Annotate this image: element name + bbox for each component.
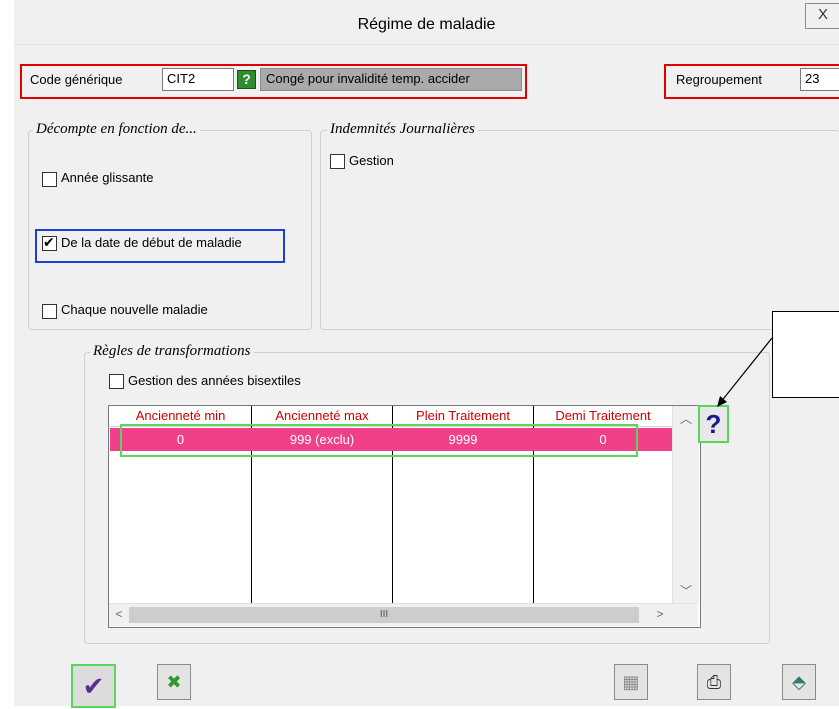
- close-button[interactable]: X: [805, 3, 839, 29]
- code-description-field: Congé pour invalidité temp. accider: [260, 68, 522, 91]
- chaque-maladie-label: Chaque nouvelle maladie: [61, 302, 208, 317]
- title-bar: Régime de maladie: [14, 0, 839, 45]
- bisextiles-checkbox[interactable]: [109, 374, 124, 389]
- date-debut-checkbox[interactable]: ✔: [42, 234, 57, 251]
- checkmark-icon: ✔: [82, 671, 105, 701]
- indemnites-title: Indemnités Journalières: [327, 121, 478, 138]
- annee-glissante-checkbox[interactable]: [42, 172, 57, 187]
- cancel-x-icon: ✖: [166, 672, 182, 692]
- regroupement-input[interactable]: 23: [800, 68, 839, 91]
- scroll-right-icon[interactable]: >: [654, 607, 666, 621]
- print-button[interactable]: ⎙: [697, 664, 731, 700]
- regroupement-label: Regroupement: [676, 72, 762, 87]
- code-help-icon[interactable]: ?: [237, 70, 256, 89]
- date-debut-label: De la date de début de maladie: [61, 235, 242, 250]
- window-title: Régime de maladie: [357, 16, 496, 33]
- exit-button[interactable]: ⬘: [782, 664, 816, 700]
- vertical-scrollbar[interactable]: ︿ ﹀: [672, 406, 699, 603]
- question-icon: ?: [705, 409, 722, 439]
- code-generique-input[interactable]: CIT2: [162, 68, 234, 91]
- horizontal-scrollbar[interactable]: < III >: [109, 603, 698, 626]
- grid-icon: ▦: [622, 672, 640, 692]
- thumb-grip: III: [379, 609, 389, 620]
- row-highlight: [120, 424, 638, 457]
- scroll-up-icon[interactable]: ︿: [673, 410, 699, 427]
- bisextiles-label: Gestion des années bisextiles: [128, 373, 301, 388]
- scroll-left-icon[interactable]: <: [113, 607, 125, 621]
- annee-glissante-label: Année glissante: [61, 170, 154, 185]
- gestion-label: Gestion: [349, 153, 394, 168]
- cancel-button[interactable]: ✖: [157, 664, 191, 700]
- callout-box: [772, 311, 839, 398]
- validate-button[interactable]: ✔: [71, 664, 116, 708]
- regles-title: Règles de transformations: [90, 343, 254, 360]
- horizontal-scroll-thumb[interactable]: III: [129, 607, 639, 623]
- printer-icon: ⎙: [706, 672, 722, 692]
- grid-button[interactable]: ▦: [614, 664, 648, 700]
- indemnites-group: [320, 130, 839, 330]
- scroll-down-icon[interactable]: ﹀: [673, 582, 699, 599]
- decompte-title: Décompte en fonction de...: [33, 121, 200, 138]
- checkmark-icon: ✔: [43, 234, 55, 250]
- gestion-checkbox[interactable]: [330, 154, 345, 169]
- chaque-maladie-checkbox[interactable]: [42, 304, 57, 319]
- exit-icon: ⬘: [792, 672, 806, 692]
- code-generique-label: Code générique: [30, 72, 123, 87]
- table-help-button[interactable]: ?: [698, 405, 729, 443]
